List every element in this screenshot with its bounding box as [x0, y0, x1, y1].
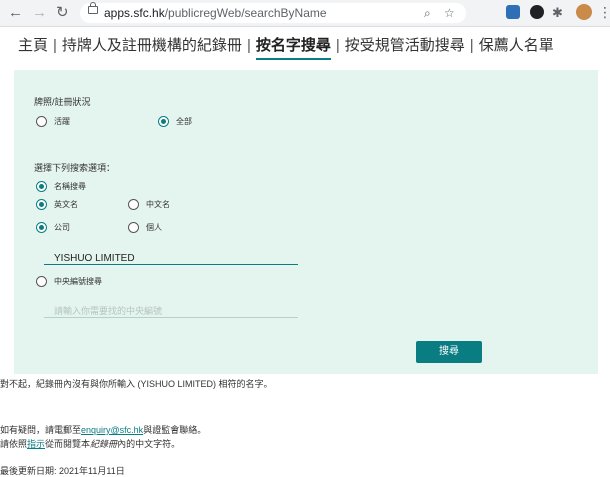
email-link[interactable]: enquiry@sfc.hk — [81, 425, 143, 435]
search-by-ce-radio[interactable] — [36, 276, 47, 287]
nav-item-sponsors[interactable]: 保薦人名單 — [479, 36, 554, 56]
status-active-radio[interactable] — [36, 116, 47, 127]
no-result-message: 對不起，紀錄冊內沒有與你所輸入 (YISHUO LIMITED) 相符的名字。 — [0, 379, 273, 389]
bookmark-star-icon[interactable]: ☆ — [444, 5, 455, 21]
search-button[interactable]: 搜尋 — [416, 341, 482, 363]
instructions-link[interactable]: 指示 — [27, 439, 45, 449]
address-bar[interactable]: apps.sfc.hk/publicregWeb/searchByName ⌕ … — [80, 2, 466, 23]
company-label: 公司 — [54, 223, 70, 232]
browser-toolbar: ← → ↻ apps.sfc.hk/publicregWeb/searchByN… — [0, 0, 610, 27]
status-active-label: 活躍 — [54, 117, 70, 126]
search-options-label: 選擇下列搜索選項： — [34, 163, 116, 173]
last-updated: 最後更新日期: 2021年11月11日 — [0, 466, 125, 476]
chinese-name-label: 中文名 — [146, 200, 170, 209]
company-radio[interactable] — [36, 222, 47, 233]
back-icon[interactable]: ← — [8, 3, 23, 23]
zoom-icon[interactable]: ⌕ — [424, 5, 431, 21]
nav-item-register[interactable]: 持牌人及註冊機構的紀錄冊 — [62, 36, 242, 56]
search-by-ce-label: 中央編號搜尋 — [54, 277, 102, 286]
status-all-label: 全部 — [176, 117, 192, 126]
reload-icon[interactable]: ↻ — [56, 3, 69, 23]
forward-icon[interactable]: → — [32, 3, 47, 23]
english-name-label: 英文名 — [54, 200, 78, 209]
nav-item-home[interactable]: 主頁 — [18, 36, 48, 56]
search-panel: 牌照/註冊狀況 活躍 全部 選擇下列搜索選項： 名稱搜尋 英文名 中文名 公司 … — [14, 70, 598, 374]
extension-icon[interactable] — [530, 5, 544, 19]
ce-number-input[interactable] — [44, 305, 298, 318]
individual-label: 個人 — [146, 223, 162, 232]
individual-radio[interactable] — [128, 222, 139, 233]
top-navigation: 主頁 | 持牌人及註冊機構的紀錄冊 | 按名字搜尋 | 按受規管活動搜尋 | 保薦人名單 — [18, 36, 554, 60]
status-label: 牌照/註冊狀況 — [34, 97, 91, 107]
english-name-radio[interactable] — [36, 199, 47, 210]
lock-icon — [88, 2, 98, 14]
extension-icon[interactable] — [506, 5, 520, 19]
avatar[interactable] — [576, 4, 592, 20]
search-by-name-radio[interactable] — [36, 181, 47, 192]
chinese-chars-line: 請依照指示從而閱覽本紀錄冊內的中文字符。 — [0, 439, 181, 449]
chinese-name-radio[interactable] — [128, 199, 139, 210]
url-text: apps.sfc.hk/publicregWeb/searchByName — [104, 6, 327, 20]
name-input[interactable] — [44, 252, 298, 265]
nav-item-search-by-activity[interactable]: 按受規管活動搜尋 — [345, 36, 465, 56]
puzzle-icon[interactable]: ✱ — [552, 3, 563, 23]
contact-line: 如有疑問，請電郵至enquiry@sfc.hk與證監會聯絡。 — [0, 425, 207, 435]
nav-item-search-by-name[interactable]: 按名字搜尋 — [255, 36, 331, 60]
search-by-name-label: 名稱搜尋 — [54, 182, 86, 191]
status-all-radio[interactable] — [158, 116, 169, 127]
more-menu-icon[interactable]: ⋮ — [598, 4, 610, 20]
